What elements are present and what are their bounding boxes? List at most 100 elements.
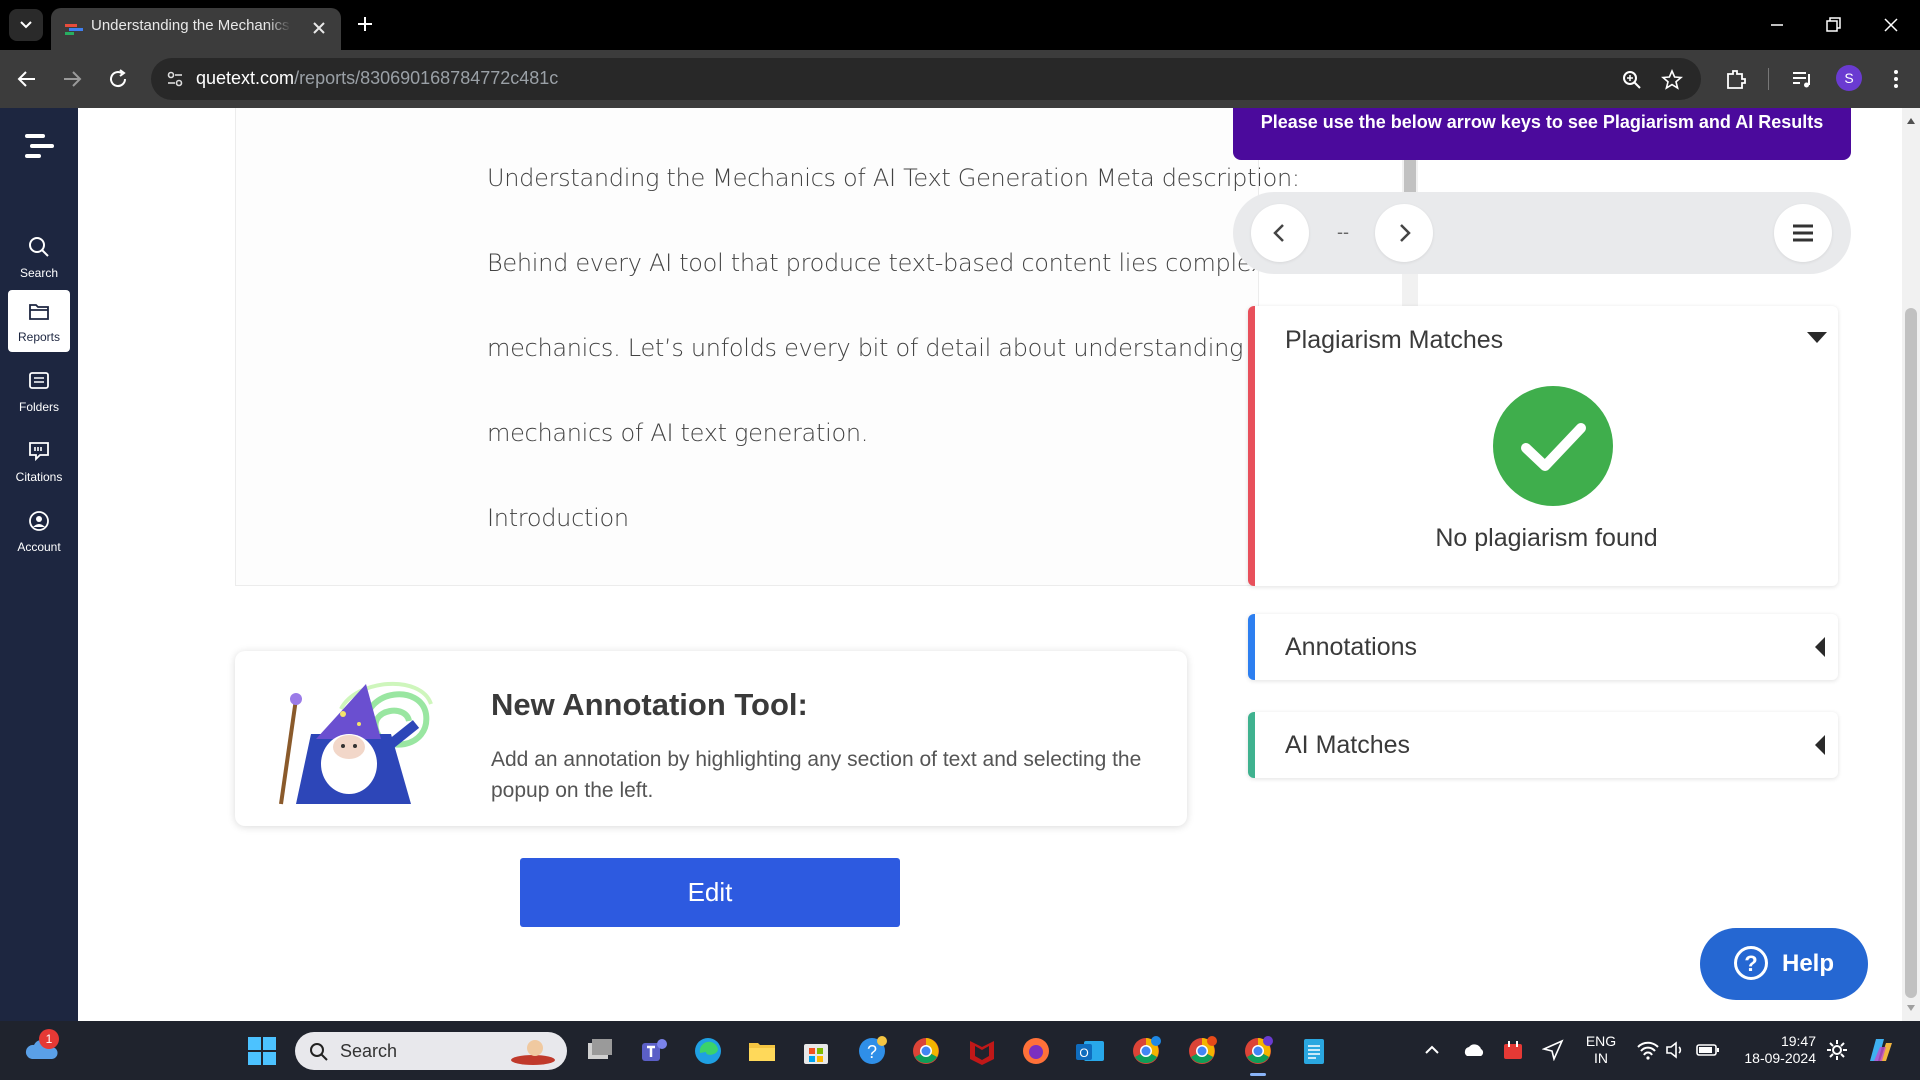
annotation-tool-description: Add an annotation by highlighting any se… [491, 748, 1142, 802]
page-scrollbar-thumb[interactable] [1905, 308, 1917, 998]
sidebar-item-reports[interactable]: Reports [8, 290, 70, 352]
bookmark-star-icon[interactable] [1661, 69, 1683, 91]
settings-gear-icon[interactable] [1826, 1039, 1848, 1061]
page-scrollbar[interactable] [1902, 108, 1920, 1021]
address-bar[interactable]: quetext.com/reports/830690168784772c481c [151, 58, 1701, 100]
copilot-icon[interactable] [1864, 1035, 1896, 1065]
minimize-icon[interactable] [1766, 15, 1788, 35]
previous-result-button[interactable] [1251, 204, 1309, 262]
editor-line[interactable]: Understanding the Mechanics of AI Text G… [487, 164, 1300, 192]
wifi-icon[interactable] [1636, 1039, 1660, 1061]
chrome-profile-icon[interactable] [1186, 1035, 1218, 1067]
url-path: /reports/830690168784772c481c [294, 68, 559, 88]
account-icon [29, 511, 49, 531]
mcafee-icon[interactable] [966, 1035, 998, 1067]
file-explorer-icon[interactable] [746, 1035, 778, 1067]
annotations-title[interactable]: Annotations [1285, 633, 1417, 662]
sidebar-item-citations[interactable]: Citations [8, 430, 70, 492]
clock-time: 19:47 [1780, 1033, 1816, 1049]
chevron-down-icon [20, 21, 32, 29]
location-icon[interactable] [1542, 1039, 1564, 1061]
help-button[interactable]: ? Help [1700, 928, 1868, 1000]
next-result-button[interactable] [1375, 204, 1433, 262]
editor-line[interactable]: Introduction [487, 504, 629, 532]
outlook-icon[interactable]: O [1074, 1035, 1106, 1067]
search-icon [29, 237, 49, 257]
windows-taskbar: 1 Search ? O ENG IN 19:47 18-09-2024 [0, 1021, 1920, 1080]
sidebar-item-folders[interactable]: Folders [8, 360, 70, 422]
ai-matches-title[interactable]: AI Matches [1285, 731, 1410, 760]
sidebar-item-account[interactable]: Account [8, 500, 70, 562]
language-code: ENG [1585, 1033, 1617, 1049]
firefox-icon[interactable] [1020, 1035, 1052, 1067]
sidebar-item-search[interactable]: Search [8, 226, 70, 288]
annotation-tool-card: New Annotation Tool: Add an annotation b… [235, 651, 1187, 826]
zoom-icon[interactable] [1621, 69, 1643, 91]
plagiarism-matches-panel[interactable]: Plagiarism Matches No plagiarism found [1248, 306, 1838, 586]
taskbar-search[interactable]: Search [295, 1032, 567, 1070]
get-help-icon[interactable]: ? [856, 1035, 888, 1067]
plagiarism-status-text: No plagiarism found [1435, 524, 1658, 552]
editor-line[interactable]: mechanics. Let’s unfolds every bit of de… [487, 334, 1289, 362]
list-icon [29, 372, 49, 389]
calendar-app-icon[interactable] [1502, 1039, 1524, 1061]
annotations-panel[interactable]: Annotations [1248, 614, 1838, 680]
back-arrow-icon[interactable] [15, 67, 39, 91]
editor-line[interactable]: mechanics of AI text generation. [487, 419, 868, 447]
media-control-icon[interactable] [1790, 68, 1814, 90]
browser-menu-icon[interactable] [1884, 68, 1908, 90]
battery-icon[interactable] [1696, 1040, 1720, 1060]
edit-button[interactable]: Edit [520, 858, 900, 927]
active-app-indicator [1250, 1073, 1266, 1076]
task-view-icon[interactable] [584, 1035, 616, 1067]
annotation-tool-title: New Annotation Tool: [491, 687, 808, 722]
hamburger-menu-icon [1793, 224, 1813, 242]
caret-down-icon[interactable] [1807, 332, 1827, 343]
onedrive-icon[interactable] [1462, 1041, 1486, 1059]
sidebar-item-label: Folders [18, 400, 59, 414]
chrome-profile-icon[interactable] [1130, 1035, 1162, 1067]
browser-tab-bar: Understanding the Mechanics of AI Text G… [0, 0, 1920, 50]
sidebar-item-label: Search [19, 266, 59, 280]
chrome-icon[interactable] [910, 1035, 942, 1067]
language-indicator[interactable]: ENG IN [1580, 1033, 1622, 1067]
microsoft-store-icon[interactable] [800, 1035, 832, 1067]
url-host: quetext.com [196, 68, 295, 88]
wizard-illustration [279, 682, 433, 805]
plagiarism-matches-title[interactable]: Plagiarism Matches [1285, 326, 1503, 355]
restore-icon[interactable] [1822, 15, 1844, 35]
tab-title: Understanding the Mechanics of AI Text G… [91, 17, 291, 34]
scroll-down-arrow-icon[interactable] [1907, 1005, 1915, 1011]
edge-browser-icon[interactable] [692, 1035, 724, 1067]
site-info-icon[interactable] [165, 69, 185, 89]
forward-arrow-icon[interactable] [60, 67, 84, 91]
editor-line[interactable]: Behind every AI tool that produce text-b… [487, 249, 1265, 277]
tab-search-button[interactable] [9, 9, 43, 41]
clock[interactable]: 19:47 18-09-2024 [1732, 1033, 1816, 1067]
caret-left-icon[interactable] [1815, 735, 1825, 755]
document-editor[interactable]: Understanding the Mechanics of AI Text G… [235, 108, 1418, 586]
citation-icon [29, 442, 49, 462]
teams-icon[interactable] [638, 1035, 670, 1067]
quetext-logo-icon[interactable] [22, 131, 56, 161]
close-window-icon[interactable] [1880, 15, 1902, 35]
reload-icon[interactable] [106, 67, 130, 91]
profile-avatar[interactable]: S [1836, 65, 1862, 91]
chevron-up-icon[interactable] [1422, 1041, 1442, 1059]
scroll-up-arrow-icon[interactable] [1907, 118, 1915, 124]
ai-matches-panel[interactable]: AI Matches [1248, 712, 1838, 778]
browser-tab-active[interactable]: Understanding the Mechanics of AI Text G… [51, 8, 341, 50]
results-menu-button[interactable] [1774, 204, 1832, 262]
chrome-profile-active-icon[interactable] [1242, 1035, 1274, 1067]
notepad-icon[interactable] [1298, 1035, 1330, 1067]
checkmark-icon [1521, 423, 1586, 471]
volume-icon[interactable] [1664, 1039, 1686, 1061]
question-icon: ? [1734, 946, 1768, 980]
close-tab-icon[interactable] [309, 18, 329, 38]
caret-left-icon[interactable] [1815, 637, 1825, 657]
extensions-icon[interactable] [1724, 68, 1748, 90]
report-main: Understanding the Mechanics of AI Text G… [78, 108, 1920, 1021]
windows-start-icon[interactable] [246, 1035, 278, 1067]
new-tab-icon[interactable] [355, 14, 375, 34]
app-sidebar: Search Reports Folders Citations Account [0, 108, 78, 1021]
